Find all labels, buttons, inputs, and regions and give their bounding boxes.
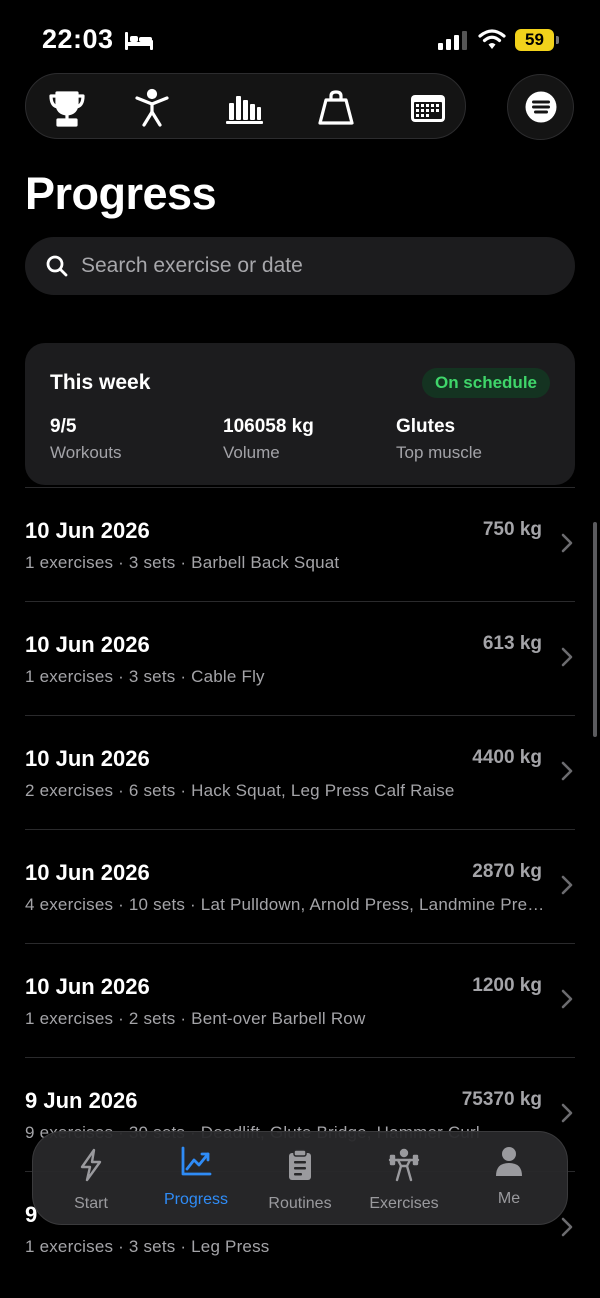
this-week-card: This week On schedule 9/5 Workouts 10605… (25, 343, 575, 485)
page-title: Progress (25, 168, 217, 219)
session-volume: 1200 kg (472, 975, 542, 996)
session-date: 10 Jun 2026 (25, 974, 150, 999)
list-item[interactable]: 10 Jun 2026 1200 kg 1 exercises · 2 sets… (25, 943, 575, 1057)
stat-value: Glutes (396, 416, 456, 437)
status-bar: 22:03 59 (0, 0, 600, 80)
chevron-right-icon (561, 1217, 573, 1237)
tab-label: Exercises (369, 1195, 439, 1212)
stat-value: 9/5 (50, 416, 77, 437)
battery-icon: 59 (515, 29, 559, 51)
session-volume: 750 kg (482, 519, 542, 540)
session-detail: 1 exercises · 3 sets · Cable Fly (25, 667, 265, 686)
tab-label: Progress (163, 1191, 229, 1208)
list-menu-icon[interactable] (507, 74, 574, 140)
session-detail: 1 exercises · 3 sets · Barbell Back Squa… (25, 553, 340, 572)
search-bar[interactable] (25, 237, 575, 295)
stat-label: Top muscle (396, 443, 482, 462)
weightlifter-icon (388, 1148, 420, 1182)
tab-start[interactable]: Start (39, 1132, 143, 1226)
session-date: 10 Jun 2026 (25, 860, 150, 885)
session-detail: 4 exercises · 10 sets · Lat Pulldown, Ar… (25, 895, 550, 914)
chevron-right-icon (561, 875, 573, 895)
week-title: This week (50, 371, 151, 394)
session-detail: 1 exercises · 2 sets · Bent-over Barbell… (25, 1009, 366, 1028)
stat-label: Volume (223, 443, 280, 462)
stat-workouts: 9/5 Workouts (50, 416, 122, 463)
session-volume: 2870 kg (472, 861, 542, 882)
session-date: 10 Jun 2026 (25, 746, 150, 771)
wifi-icon (478, 29, 506, 49)
chevron-right-icon (561, 533, 573, 553)
list-item[interactable]: 10 Jun 2026 2870 kg 4 exercises · 10 set… (25, 829, 575, 943)
stat-top-muscle: Glutes Top muscle (396, 416, 482, 463)
session-date: 10 Jun 2026 (25, 518, 150, 543)
bar-chart-icon[interactable] (222, 86, 266, 130)
chevron-right-icon (561, 761, 573, 781)
person-icon (496, 1147, 522, 1176)
trophy-icon[interactable] (45, 86, 89, 130)
lightning-bolt-icon (80, 1148, 102, 1182)
session-volume: 4400 kg (472, 747, 542, 768)
chevron-right-icon (561, 647, 573, 667)
chevron-right-icon (561, 1103, 573, 1123)
search-icon (46, 255, 68, 277)
body-figure-icon[interactable] (130, 86, 174, 130)
stat-label: Workouts (50, 443, 122, 462)
session-detail: 2 exercises · 6 sets · Hack Squat, Leg P… (25, 781, 455, 800)
tab-label: Me (497, 1190, 521, 1207)
tab-routines[interactable]: Routines (248, 1132, 352, 1226)
session-volume: 613 kg (482, 633, 542, 654)
tab-me[interactable]: Me (457, 1132, 561, 1226)
bed-icon (125, 32, 153, 50)
tab-label: Routines (268, 1195, 332, 1212)
battery-level: 59 (515, 29, 554, 51)
trend-chart-icon (181, 1146, 212, 1176)
tab-progress[interactable]: Progress (144, 1132, 248, 1226)
session-date: 10 Jun 2026 (25, 632, 150, 657)
calendar-keyboard-icon[interactable] (406, 86, 450, 130)
top-toolbar (25, 73, 466, 139)
session-volume: 75370 kg (461, 1089, 542, 1110)
stat-volume: 106058 kg Volume (223, 416, 314, 463)
tab-label: Start (74, 1195, 108, 1212)
bottom-tab-bar: Start Progress Routines Exercises Me (32, 1131, 568, 1225)
scrollbar-thumb[interactable] (593, 522, 597, 737)
list-item[interactable]: 10 Jun 2026 613 kg 1 exercises · 3 sets … (25, 601, 575, 715)
session-date: 9 Jun 2026 (25, 1088, 138, 1113)
tab-exercises[interactable]: Exercises (352, 1132, 456, 1226)
session-detail: 1 exercises · 3 sets · Leg Press (25, 1237, 270, 1256)
status-badge: On schedule (421, 368, 550, 398)
search-input[interactable] (81, 237, 561, 295)
clipboard-icon (289, 1149, 311, 1180)
list-item[interactable]: 10 Jun 2026 4400 kg 2 exercises · 6 sets… (25, 715, 575, 829)
cellular-signal-icon (438, 31, 467, 50)
status-time: 22:03 (42, 24, 114, 54)
kettlebell-weight-icon[interactable] (314, 86, 358, 130)
stat-value: 106058 kg (223, 416, 314, 437)
list-item[interactable]: 10 Jun 2026 750 kg 1 exercises · 3 sets … (25, 487, 575, 601)
chevron-right-icon (561, 989, 573, 1009)
menu-glyph (525, 91, 556, 123)
